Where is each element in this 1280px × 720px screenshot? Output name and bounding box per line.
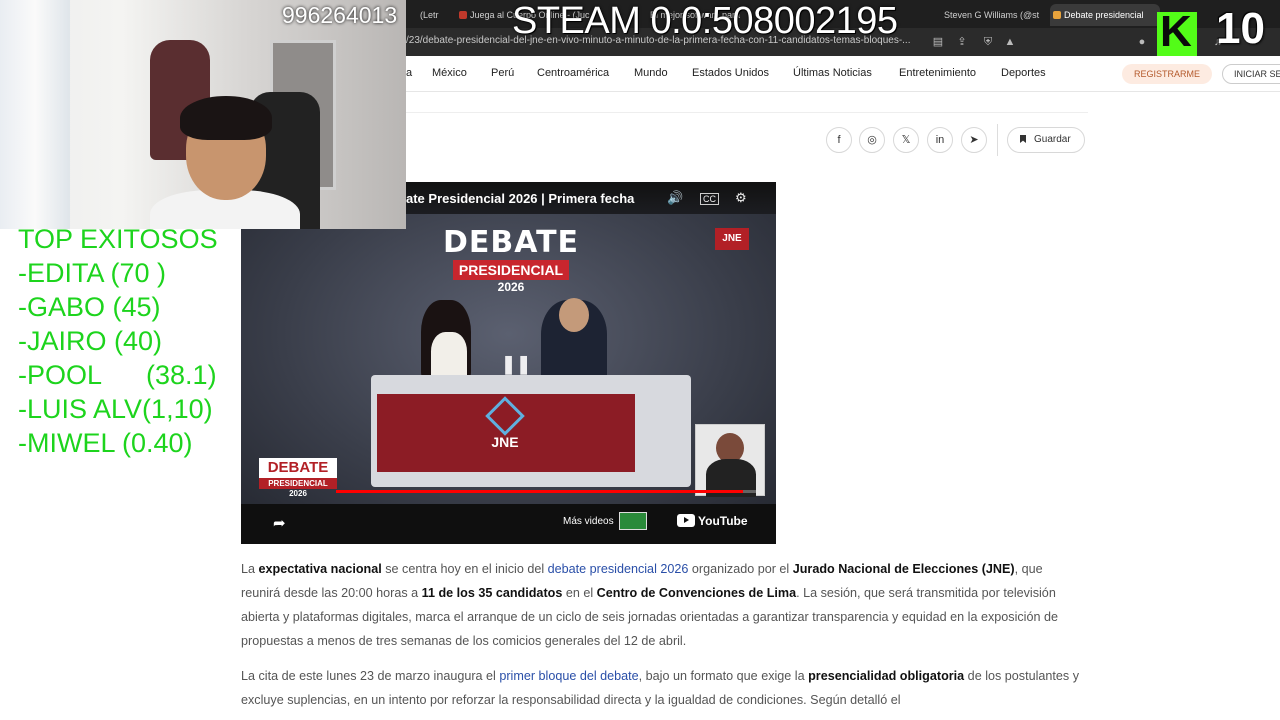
video-progress-bar[interactable]	[336, 490, 756, 493]
nav-item-mundo[interactable]: Mundo	[634, 67, 668, 79]
bookmark-icon	[1020, 135, 1026, 143]
text-run: , bajo un formato que exige la	[638, 669, 809, 683]
video-player[interactable]: DEBATE PRESIDENCIAL 2026 JNE JNE ❚❚ DEBA…	[241, 182, 776, 544]
more-videos-label[interactable]: Más videos	[563, 516, 614, 527]
logo-year: 2026	[497, 280, 525, 294]
save-label: Guardar	[1034, 134, 1071, 145]
nav-item-entretenimiento[interactable]: Entretenimiento	[899, 67, 976, 79]
video-title[interactable]: ate Presidencial 2026 | Primera fecha	[406, 191, 634, 206]
debate-logo: DEBATE PRESIDENCIAL 2026	[441, 225, 581, 295]
divider	[406, 112, 1088, 113]
youtube-logo[interactable]: YouTube	[677, 514, 748, 528]
logo-word: DEBATE	[442, 225, 580, 260]
nav-item-ultimas-noticias[interactable]: Últimas Noticias	[793, 67, 872, 79]
article-paragraph-1: La expectativa nacional se centra hoy en…	[241, 557, 1081, 653]
kick-counter: 10	[1216, 4, 1265, 53]
bug-banner: PRESIDENCIAL	[259, 478, 337, 489]
captions-icon[interactable]: CC	[700, 193, 719, 205]
nav-item-partial[interactable]: a	[406, 67, 412, 79]
logo-banner: PRESIDENCIAL	[452, 260, 570, 280]
text-run: La	[241, 562, 259, 576]
extension-icon[interactable]: ●	[1136, 36, 1148, 48]
top-list-item: -LUIS ALV(1,10)	[18, 394, 213, 424]
tab-label: Steven G Williams (@st	[944, 10, 1040, 20]
top-list-item: -MIWEL (0.40)	[18, 428, 193, 458]
nav-item-mexico[interactable]: México	[432, 67, 467, 79]
bold-text: 11 de los 35 candidatos	[421, 586, 563, 600]
text-run: se centra hoy en el inicio del	[381, 562, 548, 576]
bug-year: 2026	[289, 489, 307, 498]
top-list-item: -EDITA (70 )	[18, 258, 167, 288]
telegram-icon[interactable]: ➤	[961, 127, 987, 153]
bold-text: Jurado Nacional de Elecciones (JNE)	[792, 562, 1015, 576]
extension-icon[interactable]: ▲	[1004, 36, 1016, 48]
article-link[interactable]: debate presidencial 2026	[548, 562, 689, 576]
share-page-icon[interactable]: ⇪	[956, 36, 968, 48]
linkedin-icon[interactable]: in	[927, 127, 953, 153]
reader-mode-icon[interactable]: ▤	[932, 36, 944, 48]
progress-fill	[336, 490, 744, 493]
jne-emblem-icon: JNE	[485, 396, 525, 458]
video-bottom-bar: ➦ Más videos YouTube	[241, 504, 776, 544]
shield-icon[interactable]: ⛨	[982, 36, 994, 48]
viewer-counter: 996264013	[282, 2, 398, 28]
x-twitter-icon[interactable]: 𝕏	[893, 127, 919, 153]
curtain	[0, 0, 70, 229]
whatsapp-icon[interactable]: ◎	[859, 127, 885, 153]
volume-icon[interactable]: 🔊	[667, 190, 683, 206]
bold-text: presencialidad obligatoria	[808, 669, 965, 683]
browser-tab-active[interactable]: Debate presidencial	[1050, 4, 1160, 26]
nav-item-peru[interactable]: Perú	[491, 67, 514, 79]
nav-item-deportes[interactable]: Deportes	[1001, 67, 1046, 79]
bold-text: expectativa nacional	[258, 562, 382, 576]
top-list-item: -GABO (45)	[18, 292, 161, 322]
moderator-female-outfit	[431, 332, 467, 380]
youtube-play-icon	[677, 514, 695, 527]
debate-bug-logo: DEBATE PRESIDENCIAL 2026	[259, 444, 337, 498]
article-link[interactable]: primer bloque del debate	[499, 669, 638, 683]
youtube-label: YouTube	[698, 514, 748, 528]
login-button[interactable]: INICIAR SE	[1222, 64, 1280, 84]
jne-corner-logo: JNE	[715, 228, 749, 250]
text-run: en el	[562, 586, 597, 600]
browser-tab[interactable]: Steven G Williams (@st✕	[930, 4, 1040, 26]
top-list-item: -JAIRO (40)	[18, 326, 163, 356]
text-run: organizado por el	[688, 562, 793, 576]
browser-tab[interactable]: (Letr	[406, 4, 442, 26]
streamer-webcam	[0, 0, 406, 229]
tab-label: (Letr	[420, 10, 439, 20]
sign-language-interpreter	[695, 424, 765, 497]
share-arrow-icon[interactable]: ➦	[273, 514, 286, 532]
top-list-title: TOP EXITOSOS	[18, 224, 218, 254]
nav-item-estados-unidos[interactable]: Estados Unidos	[692, 67, 769, 79]
more-videos-thumbnail[interactable]	[619, 512, 647, 530]
text-run: La cita de este lunes 23 de marzo inaugu…	[241, 669, 500, 683]
moderator-male-head	[559, 298, 589, 332]
emblem-text: JNE	[491, 434, 519, 450]
facebook-icon[interactable]: f	[826, 127, 852, 153]
bug-word: DEBATE	[259, 458, 337, 478]
gear-icon[interactable]: ⚙	[735, 190, 747, 206]
save-button[interactable]: Guardar	[1007, 127, 1085, 153]
divider	[997, 124, 998, 156]
nav-item-centroamerica[interactable]: Centroamérica	[537, 67, 609, 79]
bold-text: Centro de Convenciones de Lima	[596, 586, 797, 600]
tab-label: Debate presidencial	[1064, 10, 1144, 20]
streamer-hair	[180, 96, 272, 140]
favicon-icon	[1053, 11, 1061, 19]
kick-logo-letter: K	[1160, 7, 1192, 56]
favicon-icon	[459, 11, 467, 19]
register-button[interactable]: REGISTRARME	[1122, 64, 1213, 84]
article-paragraph-2: La cita de este lunes 23 de marzo inaugu…	[241, 664, 1081, 712]
steam-counter: STEAM 0.0:508002195	[512, 0, 898, 42]
pause-icon[interactable]: ❚❚	[501, 354, 531, 375]
top-list-item: -POOL (38.1)	[18, 360, 217, 390]
